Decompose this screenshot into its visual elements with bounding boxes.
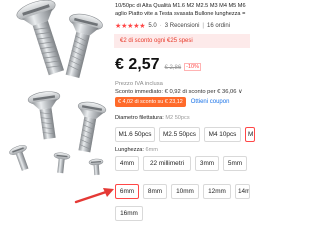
diameter-label: Diametro filettatura: M2 50pcs — [115, 115, 190, 121]
original-price: € 2,86 — [164, 65, 182, 71]
length-option[interactable]: 3mm — [195, 156, 219, 171]
rating-value: 5.0 — [148, 23, 157, 29]
get-coupons-link[interactable]: Ottieni coupon — [191, 99, 230, 105]
length-label: Lunghezza: 6mm — [115, 147, 158, 153]
discount-badge: -10% — [184, 63, 202, 71]
annotation-arrow-icon — [74, 188, 114, 204]
diameter-option[interactable]: M4 10pcs — [204, 127, 241, 142]
reviews-link[interactable]: 3 Recensioni — [165, 23, 200, 29]
product-title-line-2: aglio Piatto vite a Testa svasata Bullon… — [115, 10, 246, 17]
screws-photo — [9, 0, 107, 176]
length-option[interactable]: 5mm — [223, 156, 247, 171]
orders-count: 16 ordini — [206, 23, 230, 29]
length-option-selected[interactable]: 6mm — [115, 184, 139, 199]
coupon-chip[interactable]: € 4,02 di sconto su € 23,12 — [115, 97, 186, 107]
length-option[interactable]: 14mm — [235, 184, 250, 199]
length-selected-value: 6mm — [145, 147, 158, 153]
length-option[interactable]: 8mm — [143, 184, 167, 199]
length-option[interactable]: 16mm — [115, 206, 143, 221]
product-image[interactable] — [0, 0, 113, 178]
length-label-text: Lunghezza: — [115, 147, 146, 153]
diameter-option[interactable]: M2.5 50pcs — [159, 127, 200, 142]
length-option[interactable]: 22 millimetri — [143, 156, 191, 171]
length-option[interactable]: 10mm — [171, 184, 199, 199]
rating-row: ★★★★★ 5.0 · 3 Recensioni | 16 ordini — [115, 23, 230, 30]
diameter-option-selected[interactable]: M — [245, 127, 255, 142]
price-row: € 2,57 € 2,86 -10% — [115, 56, 202, 74]
length-option[interactable]: 4mm — [115, 156, 139, 171]
vat-note: Prezzo IVA inclusa — [115, 81, 163, 87]
product-title-line-1: 10/50pc di Alta Qualità M1.6 M2 M2.5 M3 … — [115, 3, 246, 9]
store-coupon-banner[interactable]: €2 di sconto ogni €25 spesi — [114, 34, 250, 48]
length-option[interactable]: 12mm — [203, 184, 231, 199]
diameter-option[interactable]: M1.6 50pcs — [115, 127, 155, 142]
diameter-selected-value: M2 50pcs — [165, 115, 190, 121]
star-rating-icon: ★★★★★ — [115, 23, 146, 30]
product-title: 10/50pc di Alta Qualità M1.6 M2 M2.5 M3 … — [115, 3, 250, 18]
diameter-label-text: Diametro filettatura: — [115, 115, 166, 121]
coupon-row: € 4,02 di sconto su € 23,12 Ottieni coup… — [115, 97, 229, 107]
instant-discount[interactable]: Sconto immediato: € 0,92 di sconto per €… — [115, 89, 242, 95]
current-price: € 2,57 — [115, 56, 160, 73]
